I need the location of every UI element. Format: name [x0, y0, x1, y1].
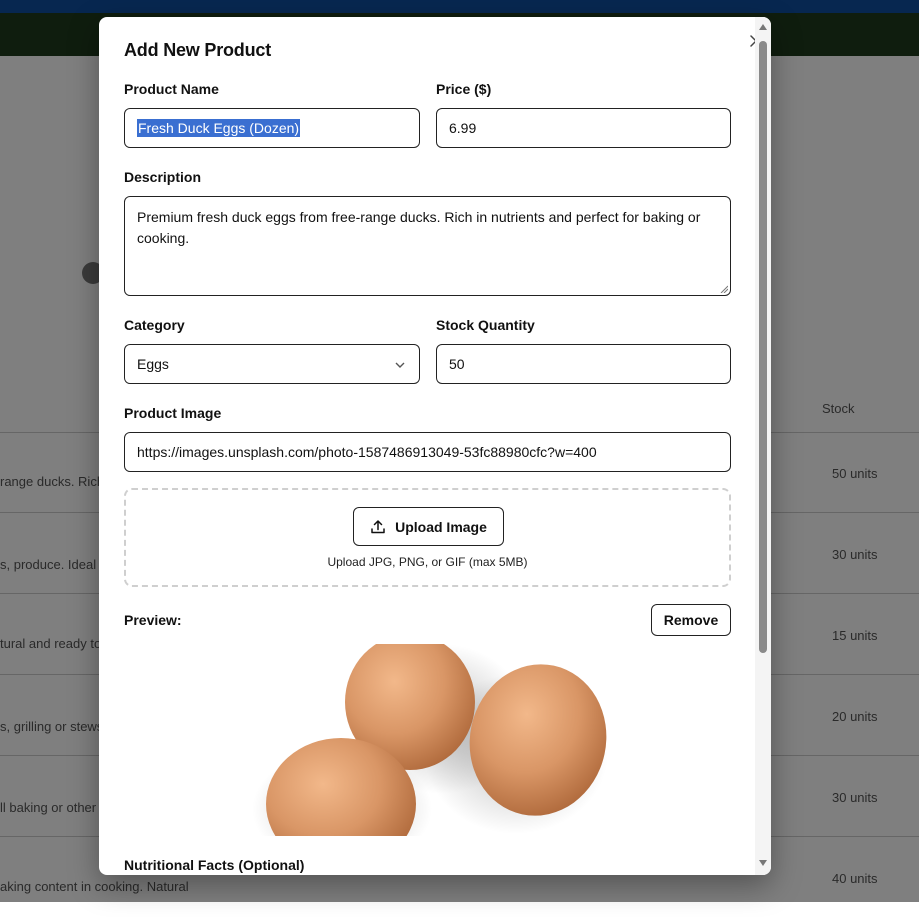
upload-hint: Upload JPG, PNG, or GIF (max 5MB)	[327, 555, 528, 569]
scroll-down-icon[interactable]	[758, 859, 768, 867]
preview-label: Preview:	[124, 612, 182, 628]
scrollbar-thumb[interactable]	[759, 41, 767, 653]
scroll-up-icon[interactable]	[758, 23, 768, 31]
description-value: Premium fresh duck eggs from free-range …	[137, 209, 701, 246]
image-url-input[interactable]: https://images.unsplash.com/photo-158748…	[124, 432, 731, 472]
chevron-down-icon	[395, 362, 405, 368]
description-textarea[interactable]: Premium fresh duck eggs from free-range …	[124, 196, 731, 296]
modal-body: Add New Product Product Name Fresh Duck …	[124, 17, 762, 875]
eggs-image	[124, 644, 731, 836]
price-input[interactable]: 6.99	[436, 108, 731, 148]
product-name-value: Fresh Duck Eggs (Dozen)	[137, 119, 301, 137]
description-label: Description	[124, 169, 202, 185]
image-upload-dropzone[interactable]: Upload Image Upload JPG, PNG, or GIF (ma…	[124, 488, 731, 587]
price-value: 6.99	[449, 120, 477, 136]
modal-scrollbar[interactable]	[755, 17, 771, 875]
add-product-modal: Add New Product Product Name Fresh Duck …	[99, 17, 771, 875]
stock-quantity-label: Stock Quantity	[436, 317, 535, 333]
stock-quantity-input[interactable]: 50	[436, 344, 731, 384]
product-image-label: Product Image	[124, 405, 222, 421]
category-label: Category	[124, 317, 185, 333]
product-name-label: Product Name	[124, 81, 219, 97]
image-preview	[124, 644, 731, 836]
category-select[interactable]: Eggs	[124, 344, 420, 384]
upload-image-button[interactable]: Upload Image	[353, 507, 504, 546]
modal-title: Add New Product	[124, 40, 272, 60]
upload-icon	[371, 519, 385, 533]
image-url-value: https://images.unsplash.com/photo-158748…	[137, 444, 597, 460]
nutritional-facts-label: Nutritional Facts (Optional)	[124, 857, 305, 873]
product-name-input[interactable]: Fresh Duck Eggs (Dozen)	[124, 108, 420, 148]
category-value: Eggs	[137, 356, 169, 372]
remove-image-button[interactable]: Remove	[651, 604, 731, 636]
resize-handle-icon[interactable]	[720, 285, 728, 293]
stock-quantity-value: 50	[449, 356, 465, 372]
price-label: Price ($)	[436, 81, 492, 97]
upload-image-label: Upload Image	[395, 518, 487, 535]
